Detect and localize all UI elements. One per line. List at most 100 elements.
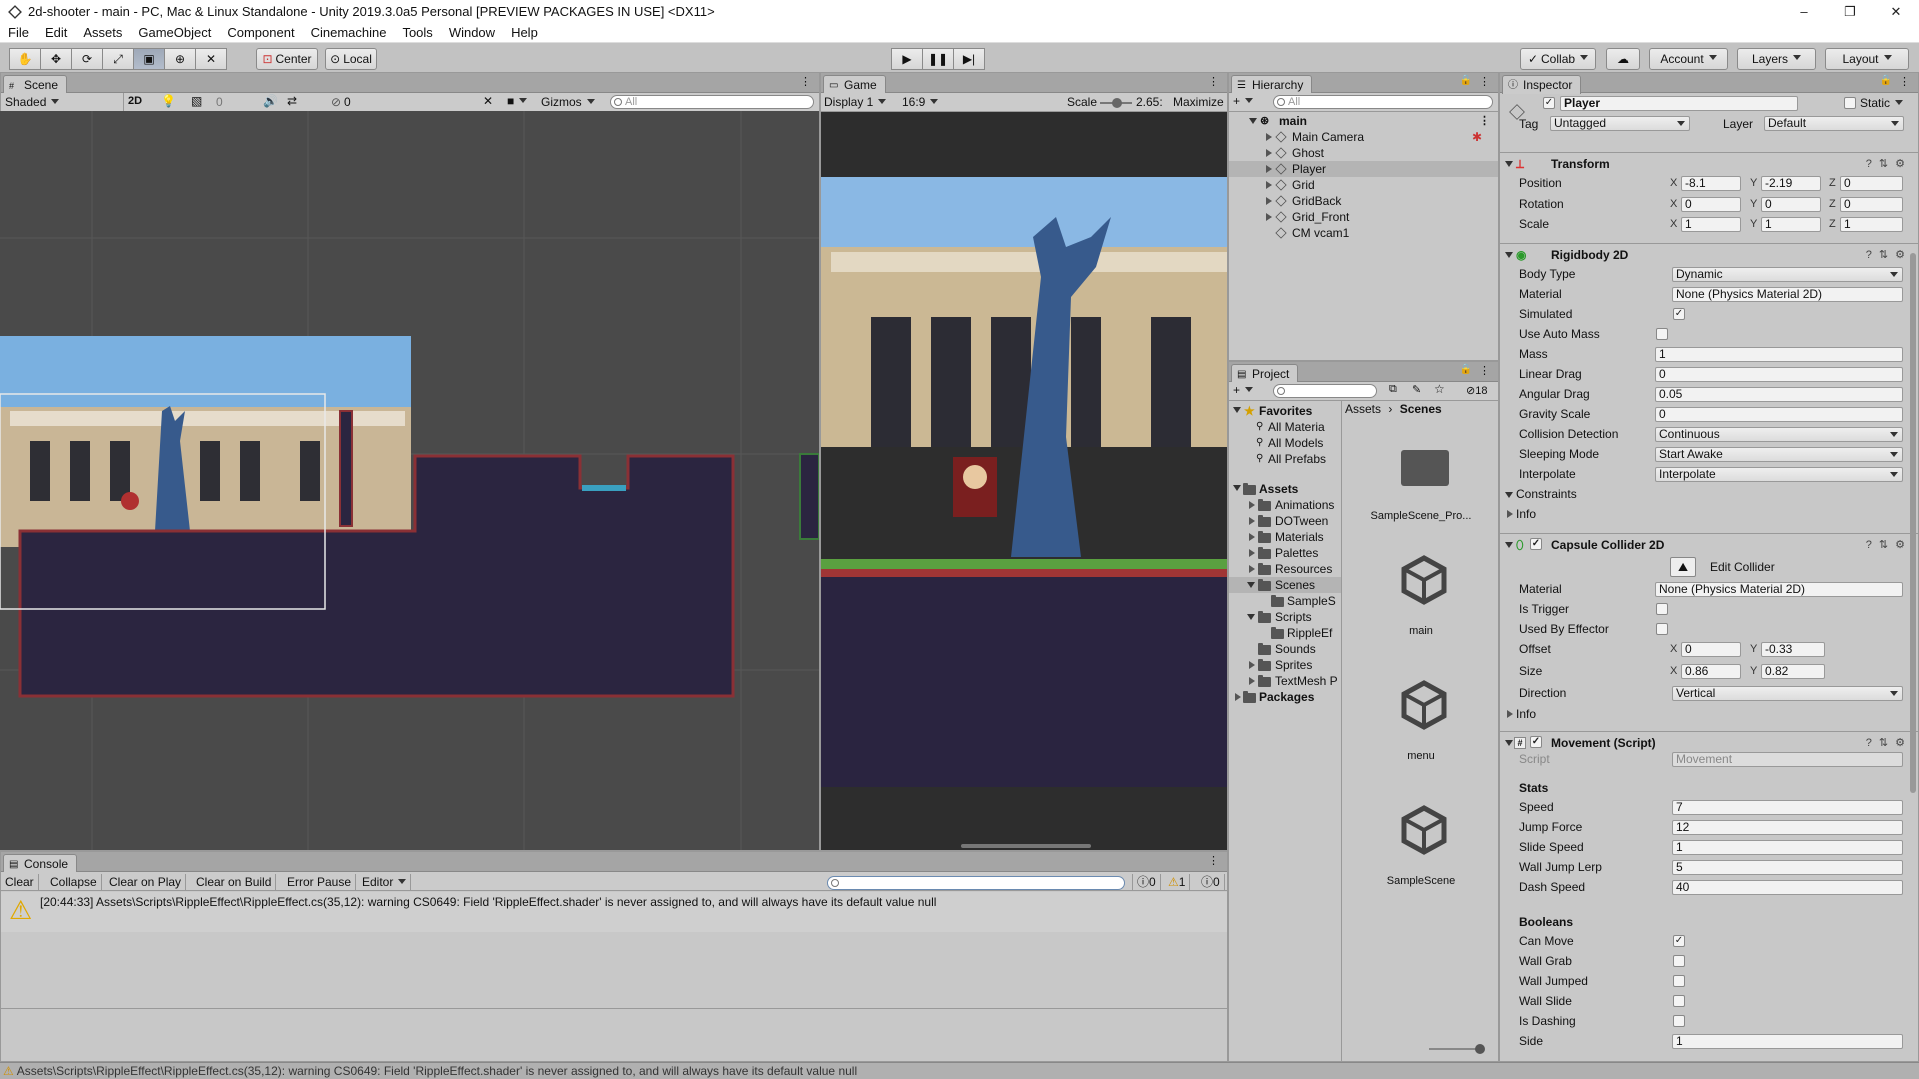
breadcrumb-scenes[interactable]: Scenes	[1400, 402, 1442, 416]
hidden-packages-count[interactable]: ⊘18	[1466, 384, 1487, 397]
game-viewport[interactable]	[821, 177, 1228, 787]
editor-dropdown[interactable]: Editor	[358, 874, 412, 891]
collider-header[interactable]: ⬯ ✓ Capsule Collider 2D ?⇅⚙	[1500, 533, 1918, 555]
audio-icon[interactable]: 🔊	[263, 94, 278, 108]
lock-icon[interactable]: 🔒	[1460, 364, 1472, 375]
console-search-input[interactable]	[827, 876, 1125, 890]
tab-hierarchy[interactable]: ☰ Hierarchy	[1231, 75, 1313, 94]
expand-arrow-icon[interactable]	[1505, 542, 1513, 552]
error-pause-button[interactable]: Error Pause	[283, 874, 357, 891]
speed-field[interactable]: 7	[1672, 800, 1903, 815]
transform-tool-icon[interactable]: ⊕	[164, 48, 196, 70]
panel-menu-icon[interactable]: ⋮	[1208, 854, 1219, 867]
console-log-row[interactable]: ⚠ [20:44:33] Assets\Scripts\RippleEffect…	[1, 892, 1227, 932]
breadcrumb-assets[interactable]: Assets	[1345, 402, 1381, 416]
scale-z-field[interactable]: 1	[1840, 217, 1903, 232]
display-dropdown[interactable]: Display 1	[824, 95, 886, 109]
tools-icon[interactable]: ✕	[483, 94, 493, 108]
2d-toggle[interactable]: 2D	[128, 95, 142, 107]
layout-dropdown[interactable]: Layout	[1825, 48, 1909, 70]
scale-x-field[interactable]: 1	[1681, 217, 1741, 232]
layer-dropdown[interactable]: Default	[1764, 116, 1904, 131]
expand-arrow-icon[interactable]	[1233, 407, 1241, 417]
effector-checkbox[interactable]	[1656, 623, 1668, 635]
object-name-field[interactable]: Player	[1560, 96, 1798, 111]
file-item[interactable]: menu	[1343, 655, 1498, 780]
minimize-button[interactable]: –	[1781, 0, 1827, 23]
linear-drag-field[interactable]: 0	[1655, 367, 1903, 382]
menu-edit[interactable]: Edit	[37, 25, 75, 40]
custom-tool-icon[interactable]: ✕	[195, 48, 227, 70]
clear-on-build-button[interactable]: Clear on Build	[192, 874, 277, 891]
simulated-checkbox[interactable]: ✓	[1673, 308, 1685, 320]
walljumped-checkbox[interactable]	[1673, 975, 1685, 987]
menu-tools[interactable]: Tools	[394, 25, 440, 40]
tab-game[interactable]: ▭ Game	[823, 75, 886, 94]
collider-material-field[interactable]: None (Physics Material 2D)	[1655, 582, 1903, 597]
cloud-icon[interactable]: ☁	[1606, 48, 1640, 70]
rect-tool-icon[interactable]: ▣	[133, 48, 165, 70]
maximize-button[interactable]: ❐	[1827, 0, 1873, 23]
sleeping-dropdown[interactable]: Start Awake	[1655, 447, 1903, 462]
aspect-dropdown[interactable]: 16:9	[902, 95, 1048, 109]
effects-icon[interactable]: ⇄	[287, 94, 297, 108]
component-actions-icons[interactable]: ?⇅⚙	[1866, 153, 1912, 175]
account-dropdown[interactable]: Account	[1649, 48, 1728, 70]
menu-component[interactable]: Component	[219, 25, 302, 40]
hierarchy-search-input[interactable]: All	[1273, 95, 1493, 109]
favorite-star-icon[interactable]: ☆	[1434, 382, 1445, 396]
close-button[interactable]: ✕	[1873, 0, 1919, 23]
tab-scene[interactable]: # Scene	[3, 75, 68, 94]
file-item[interactable]: SampleScene	[1343, 780, 1498, 905]
slide-field[interactable]: 1	[1672, 840, 1903, 855]
shading-dropdown[interactable]: Shaded	[5, 95, 59, 109]
camera-icon[interactable]: ■	[507, 94, 527, 108]
expand-arrow-icon[interactable]	[1247, 582, 1255, 592]
auto-mass-checkbox[interactable]	[1656, 328, 1668, 340]
info-row[interactable]: Info	[1500, 505, 1918, 523]
layers-dropdown[interactable]: Layers	[1737, 48, 1816, 70]
position-z-field[interactable]: 0	[1840, 176, 1903, 191]
side-field[interactable]: 1	[1672, 1034, 1903, 1049]
rotation-y-field[interactable]: 0	[1761, 197, 1821, 212]
expand-arrow-icon[interactable]	[1505, 252, 1513, 262]
menu-file[interactable]: File	[0, 25, 37, 40]
create-dropdown[interactable]: +	[1233, 94, 1253, 108]
hierarchy-item[interactable]: Grid	[1229, 177, 1498, 193]
hierarchy-item[interactable]: Grid_Front	[1229, 209, 1498, 225]
transform-header[interactable]: ⟂ Transform ?⇅⚙	[1500, 152, 1918, 174]
static-checkbox[interactable]	[1844, 97, 1856, 109]
tab-inspector[interactable]: ⓘ Inspector	[1502, 75, 1582, 94]
filter-label-icon[interactable]: ✎	[1412, 383, 1421, 396]
walljump-field[interactable]: 5	[1672, 860, 1903, 875]
clear-button[interactable]: Clear	[1, 874, 39, 891]
menu-window[interactable]: Window	[441, 25, 503, 40]
trigger-checkbox[interactable]	[1656, 603, 1668, 615]
warning-filter-button[interactable]: ⚠1	[1164, 874, 1191, 891]
canmove-checkbox[interactable]: ✓	[1673, 935, 1685, 947]
direction-dropdown[interactable]: Vertical	[1672, 686, 1903, 701]
static-dropdown[interactable]: Static	[1860, 96, 1903, 110]
scene-row[interactable]: ⊛ main ⋮	[1229, 113, 1498, 129]
file-item[interactable]: SampleScene_Pro...	[1343, 420, 1498, 530]
game-scrollbar[interactable]	[961, 844, 1091, 848]
expand-arrow-icon[interactable]	[1247, 614, 1255, 624]
panel-menu-icon[interactable]: ⋮	[1479, 364, 1490, 377]
status-bar[interactable]: ⚠ Assets\Scripts\RippleEffect\RippleEffec…	[0, 1062, 1919, 1079]
filter-type-icon[interactable]: ⧉	[1389, 383, 1397, 396]
scale-slider[interactable]	[1100, 98, 1132, 108]
menu-gameobject[interactable]: GameObject	[130, 25, 219, 40]
rigidbody-header[interactable]: ◉ Rigidbody 2D ?⇅⚙	[1500, 243, 1918, 265]
collider-enabled-checkbox[interactable]: ✓	[1530, 538, 1542, 550]
move-tool-icon[interactable]: ✥	[40, 48, 72, 70]
panel-menu-icon[interactable]: ⋮	[1208, 75, 1219, 88]
rotate-tool-icon[interactable]: ⟳	[71, 48, 103, 70]
scene-viewport[interactable]	[0, 111, 819, 850]
panel-menu-icon[interactable]: ⋮	[1479, 75, 1490, 88]
scene-search-input[interactable]: All	[610, 95, 814, 109]
folder-item-selected[interactable]: Scenes	[1229, 577, 1341, 593]
create-dropdown[interactable]: +	[1233, 383, 1253, 397]
gizmos-dropdown[interactable]: Gizmos	[541, 95, 595, 109]
offset-y-field[interactable]: -0.33	[1761, 642, 1825, 657]
angular-drag-field[interactable]: 0.05	[1655, 387, 1903, 402]
